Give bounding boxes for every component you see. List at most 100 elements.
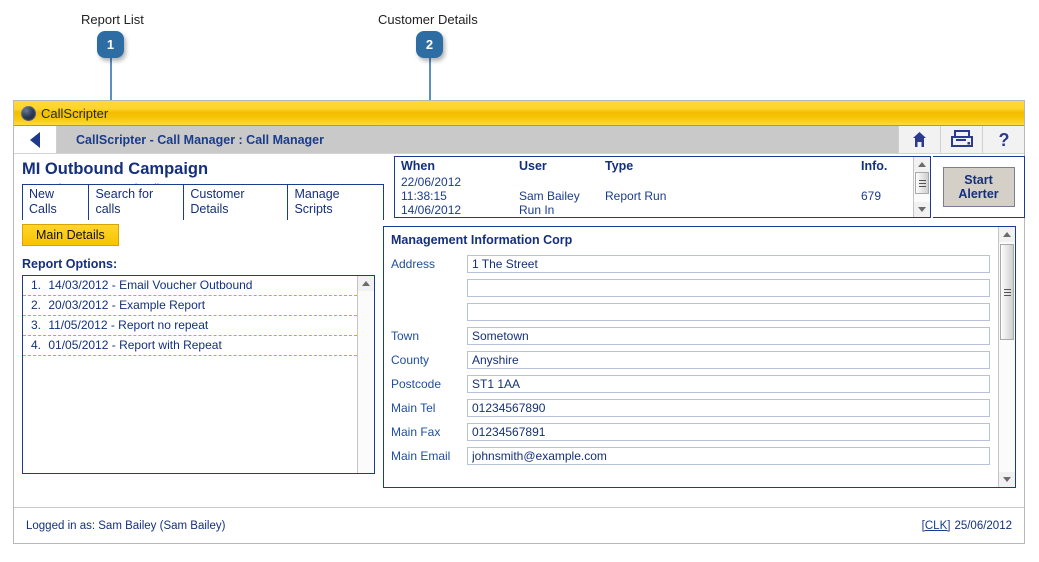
field-label-address: Address: [391, 257, 436, 271]
field-label-town: Town: [391, 329, 420, 343]
list-item-number: 4.: [31, 338, 42, 352]
content-region: Main Details Report Options: 1. 14/03/20…: [14, 220, 1024, 490]
start-alerter-line1: Start: [964, 173, 993, 187]
campaign-block: MI Outbound Campaign managing customer d…: [14, 154, 384, 220]
tab-new-calls[interactable]: New Calls: [22, 184, 90, 220]
globe-icon: [21, 105, 36, 121]
home-icon: [913, 131, 926, 147]
town-field[interactable]: [467, 327, 990, 345]
report-options-label: Report Options:: [22, 257, 118, 271]
main-email-field[interactable]: [467, 447, 990, 465]
scrollbar-thumb[interactable]: [915, 172, 929, 194]
report-list-box: 1. 14/03/2012 - Email Voucher Outbound 2…: [22, 275, 375, 474]
report-list-pane: Main Details Report Options: 1. 14/03/20…: [22, 220, 383, 490]
column-header-user: User: [519, 159, 547, 173]
activity-scrollbar[interactable]: [913, 157, 930, 217]
page-title: MI Outbound Campaign: [22, 160, 209, 178]
list-item-label: 01/05/2012 - Report with Repeat: [48, 338, 222, 352]
customer-form: Management Information Corp Address Addr…: [384, 227, 998, 487]
postcode-field[interactable]: [467, 375, 990, 393]
field-label-county: County: [391, 353, 430, 367]
back-button[interactable]: [14, 126, 57, 153]
scroll-up-arrow-icon[interactable]: [358, 276, 374, 291]
list-item[interactable]: 4. 01/05/2012 - Report with Repeat: [23, 336, 357, 356]
home-icon-button[interactable]: [898, 126, 940, 153]
campaign-header-region: MI Outbound Campaign managing customer d…: [14, 154, 1025, 220]
table-row[interactable]: 22/06/2012 11:38:15 Sam Bailey Report Ru…: [395, 175, 913, 203]
form-row-address2: Address 2: [391, 279, 990, 297]
county-field[interactable]: [467, 351, 990, 369]
scrollbar-thumb[interactable]: [1000, 244, 1014, 340]
footer-right-group: [CLK] 25/06/2012: [922, 520, 1012, 532]
list-item[interactable]: 1. 14/03/2012 - Email Voucher Outbound: [23, 276, 357, 296]
column-header-type: Type: [605, 159, 634, 173]
activity-info: 679: [861, 189, 882, 203]
callout-label-1: Report List: [81, 12, 144, 27]
app-title: CallScripter: [41, 105, 109, 121]
tab-search-for-calls[interactable]: Search for calls: [88, 184, 185, 220]
activity-info: [855, 203, 913, 217]
scroll-down-arrow-icon[interactable]: [914, 202, 930, 217]
customer-form-scrollbar[interactable]: [998, 227, 1015, 487]
list-item-label: 14/03/2012 - Email Voucher Outbound: [48, 278, 253, 292]
help-icon-button[interactable]: ?: [982, 126, 1024, 153]
tab-manage-scripts[interactable]: Manage Scripts: [287, 184, 384, 220]
scrollbar-track[interactable]: [358, 291, 374, 473]
callout-badge-1: 1: [97, 31, 124, 58]
scrollbar-grip-icon: [1003, 288, 1011, 296]
scrollbar-track[interactable]: [914, 172, 930, 202]
form-row-main-tel: Main Tel: [391, 399, 990, 417]
print-icon-button[interactable]: [940, 126, 982, 153]
form-row-county: County: [391, 351, 990, 369]
form-row-town: Town: [391, 327, 990, 345]
main-fax-field[interactable]: [467, 423, 990, 441]
list-item[interactable]: 3. 11/05/2012 - Report no repeat: [23, 316, 357, 336]
print-icon: [950, 130, 973, 147]
scroll-down-arrow-icon[interactable]: [999, 472, 1015, 487]
activity-log-panel: When User Type Info. 22/06/2012 11:38:15: [394, 156, 931, 218]
title-bar: CallScripter: [14, 101, 1024, 126]
form-row-address3: Address 3: [391, 303, 990, 321]
address2-field[interactable]: [467, 279, 990, 297]
activity-when-cell: 22/06/2012 11:38:15: [395, 175, 513, 203]
svg-text:?: ?: [998, 130, 1009, 149]
report-list: 1. 14/03/2012 - Email Voucher Outbound 2…: [23, 276, 357, 473]
list-item[interactable]: 2. 20/03/2012 - Example Report: [23, 296, 357, 316]
form-row-main-fax: Main Fax: [391, 423, 990, 441]
activity-date: 22/06/2012: [401, 175, 462, 189]
list-item-number: 3.: [31, 318, 42, 332]
list-item-label: 20/03/2012 - Example Report: [48, 298, 206, 312]
activity-user: Sam Bailey: [519, 189, 580, 203]
footer-date: 25/06/2012: [954, 519, 1012, 532]
column-header-when: When: [401, 159, 436, 173]
scroll-up-arrow-icon[interactable]: [914, 157, 930, 172]
scroll-up-arrow-icon[interactable]: [999, 227, 1015, 242]
column-header-info: Info.: [861, 159, 888, 173]
company-name: Management Information Corp: [391, 233, 573, 247]
start-alerter-line2: Alerter: [958, 187, 999, 201]
main-details-tab[interactable]: Main Details: [22, 224, 119, 246]
clk-link[interactable]: [CLK]: [922, 520, 951, 532]
list-item-number: 1.: [31, 278, 42, 292]
scrollbar-track[interactable]: [999, 242, 1015, 472]
field-label-postcode: Postcode: [391, 377, 442, 391]
start-alerter-label: Start Alerter: [958, 173, 998, 201]
report-list-scrollbar[interactable]: [357, 276, 374, 473]
table-row[interactable]: 14/06/2012 Run In: [395, 203, 913, 217]
activity-time: 11:38:15: [401, 189, 447, 203]
tab-customer-details[interactable]: Customer Details: [183, 184, 289, 220]
form-row-address: Address: [391, 255, 990, 273]
tab-strip: New Calls Search for calls Customer Deta…: [22, 184, 384, 220]
activity-table-wrapper: When User Type Info. 22/06/2012 11:38:15: [395, 157, 913, 217]
activity-user: Run In: [519, 203, 555, 217]
start-alerter-button[interactable]: Start Alerter: [942, 167, 1015, 207]
breadcrumb: CallScripter - Call Manager : Call Manag…: [76, 132, 324, 147]
address3-field[interactable]: [467, 303, 990, 321]
main-tel-field[interactable]: [467, 399, 990, 417]
address-field[interactable]: [467, 255, 990, 273]
breadcrumb-bar: CallScripter - Call Manager : Call Manag…: [57, 126, 898, 153]
activity-table: When User Type Info. 22/06/2012 11:38:15: [395, 157, 913, 217]
activity-type: [599, 203, 855, 217]
field-label-main-email: Main Email: [391, 449, 451, 463]
field-label-main-fax: Main Fax: [391, 425, 441, 439]
